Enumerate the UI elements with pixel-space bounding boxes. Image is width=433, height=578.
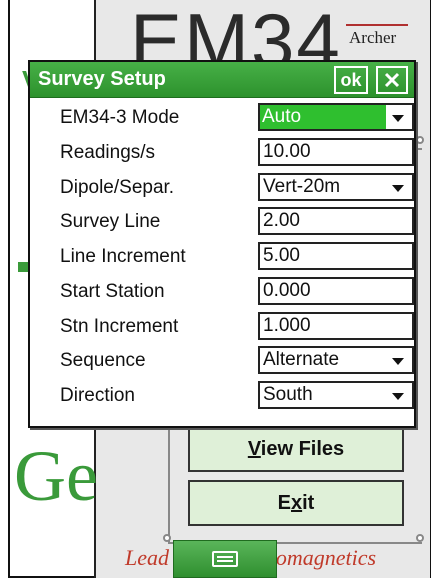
chevron-down-icon (392, 358, 404, 365)
tagline-right: tromagnetics (262, 545, 377, 570)
survey-setup-dialog: Survey Setup ok EM34-3 Mode Auto Reading… (28, 60, 416, 428)
keyboard-icon (212, 551, 238, 567)
chevron-down-icon (392, 115, 404, 122)
close-icon (384, 72, 400, 88)
close-button[interactable] (376, 66, 408, 94)
start-station-value: 0.000 (263, 280, 311, 301)
tagline-left: Lead (125, 545, 169, 570)
dipole-select[interactable]: Vert-20m (258, 173, 414, 201)
sequence-select[interactable]: Alternate (258, 346, 414, 374)
view-files-button[interactable]: View Files (188, 426, 404, 472)
bracket-handle (163, 534, 171, 542)
sequence-value: Alternate (263, 349, 340, 370)
field-row-line-increment: Line Increment 5.00 (60, 241, 414, 273)
field-row-sequence: Sequence Alternate (60, 345, 414, 377)
chevron-down-icon (392, 393, 404, 400)
line-increment-input[interactable]: 5.00 (258, 242, 414, 270)
chevron-down-icon (392, 185, 404, 192)
bracket-handle (416, 136, 424, 144)
stn-increment-value: 1.000 (263, 315, 311, 336)
exit-button[interactable]: Exit (188, 480, 404, 526)
stn-increment-label: Stn Increment (60, 316, 179, 337)
dipole-label: Dipole/Separ. (60, 177, 175, 198)
field-row-survey-line: Survey Line 2.00 (60, 206, 414, 238)
sequence-label: Sequence (60, 350, 146, 371)
side-logo-text: Ge (14, 436, 98, 516)
readings-label: Readings/s (60, 142, 156, 163)
mode-label: EM34-3 Mode (60, 107, 180, 128)
mode-value: Auto (260, 105, 386, 129)
survey-line-label: Survey Line (60, 211, 161, 232)
field-row-stn-increment: Stn Increment 1.000 (60, 311, 414, 343)
line-increment-value: 5.00 (263, 245, 300, 266)
stn-increment-input[interactable]: 1.000 (258, 312, 414, 340)
direction-label: Direction (60, 385, 135, 406)
dipole-value: Vert-20m (263, 176, 341, 197)
exit-label: Exit (277, 491, 315, 514)
brand-label: Archer (349, 28, 397, 47)
mode-select[interactable]: Auto (258, 103, 414, 131)
bracket-handle (416, 534, 424, 542)
ok-button[interactable]: ok (334, 66, 368, 94)
field-row-mode: EM34-3 Mode Auto (60, 102, 414, 134)
brand-underline (346, 24, 408, 26)
readings-input[interactable]: 10.00 (258, 138, 414, 166)
readings-value: 10.00 (263, 141, 311, 162)
survey-line-input[interactable]: 2.00 (258, 207, 414, 235)
dialog-header: Survey Setup ok (30, 62, 414, 98)
keyboard-button[interactable] (173, 540, 277, 578)
start-station-label: Start Station (60, 281, 165, 302)
field-row-start-station: Start Station 0.000 (60, 276, 414, 308)
field-row-readings: Readings/s 10.00 (60, 137, 414, 169)
side-marker (18, 262, 28, 272)
start-station-input[interactable]: 0.000 (258, 277, 414, 305)
direction-select[interactable]: South (258, 381, 414, 409)
dialog-title: Survey Setup (38, 68, 166, 90)
line-increment-label: Line Increment (60, 246, 186, 267)
direction-value: South (263, 384, 313, 405)
survey-line-value: 2.00 (263, 210, 300, 231)
view-files-label: View Files (247, 437, 345, 460)
field-row-dipole: Dipole/Separ. Vert-20m (60, 172, 414, 204)
field-row-direction: Direction South (60, 380, 414, 412)
